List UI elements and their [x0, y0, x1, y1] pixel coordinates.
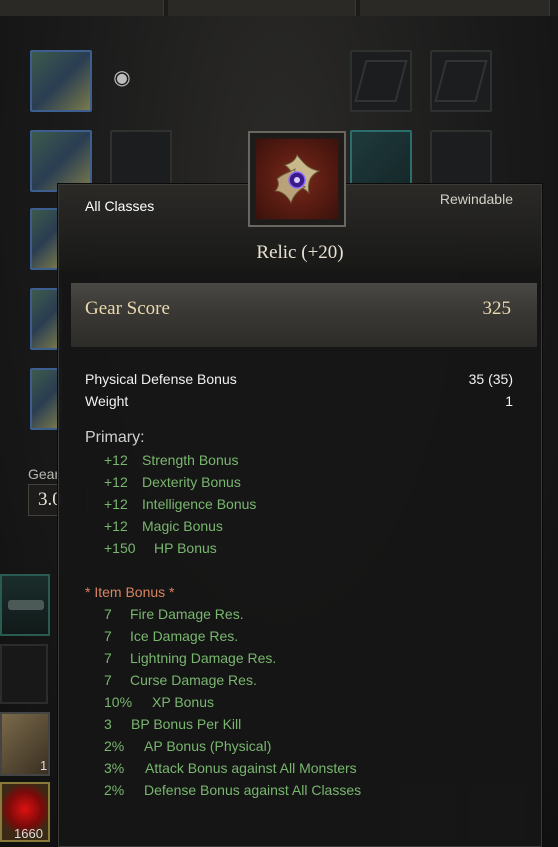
belt-icon[interactable] [0, 574, 50, 636]
primary-stat-value: +12 [104, 518, 128, 534]
class-restriction: All Classes [85, 198, 155, 214]
tab-1[interactable] [0, 0, 164, 16]
bonus-stat-value: 7 [104, 672, 112, 688]
bonus-stat-value: 3 [104, 716, 112, 732]
physical-defense-row: Physical Defense Bonus 35 (35) [85, 371, 513, 387]
bonus-stat-name: Fire Damage Res. [130, 606, 244, 622]
tab-2[interactable] [168, 0, 356, 16]
relic-icon-frame [248, 131, 346, 227]
bonus-stat-value: 7 [104, 606, 112, 622]
slot-placeholder-icon [434, 60, 488, 102]
gear-score-value: 325 [482, 298, 512, 319]
helmet-slot[interactable] [30, 50, 92, 112]
bonus-stat-name: BP Bonus Per Kill [131, 716, 242, 732]
tab-3[interactable] [360, 0, 550, 16]
equipment-slot-empty-2[interactable] [430, 50, 492, 112]
gear-score-label: Gear Score [85, 298, 170, 319]
bonus-stat-name: Ice Damage Res. [130, 628, 239, 644]
item-tooltip: All Classes Rewindable Relic (+20) Gear … [58, 184, 542, 847]
physical-defense-value: 35 (35) [468, 371, 513, 387]
physical-defense-label: Physical Defense Bonus [85, 371, 237, 387]
relic-slot[interactable] [350, 130, 412, 192]
bonus-stat-name: XP Bonus [152, 694, 215, 710]
primary-stat-value: +12 [104, 496, 128, 512]
equipment-slot-empty-1[interactable] [350, 50, 412, 112]
top-tab-bar [0, 0, 558, 16]
item-name: Relic (+20) [256, 242, 344, 263]
bonus-stat-name: Defense Bonus against All Classes [144, 782, 362, 798]
primary-stat-name: Intelligence Bonus [142, 496, 257, 512]
primary-stat-name: Strength Bonus [142, 452, 239, 468]
gear-score-bg-label: Gear [28, 466, 60, 482]
inventory-count: 1660 [14, 826, 43, 841]
bonus-stat-value: 3% [104, 760, 125, 776]
primary-stat-value: +12 [104, 474, 128, 490]
bonus-stat-name: Curse Damage Res. [130, 672, 257, 688]
primary-stat-value: +12 [104, 452, 128, 468]
bonus-stat-value: 2% [104, 782, 125, 798]
primary-stat-name: Dexterity Bonus [142, 474, 241, 490]
inventory-slot-empty[interactable] [0, 644, 48, 704]
weight-label: Weight [85, 393, 129, 409]
bonus-stat-name: Attack Bonus against All Monsters [145, 760, 357, 776]
primary-stat-name: HP Bonus [154, 540, 217, 556]
slot-placeholder-icon [354, 60, 408, 102]
equipment-slot-empty-3[interactable] [110, 130, 172, 192]
primary-title: Primary: [85, 429, 145, 446]
weight-value: 1 [505, 393, 513, 409]
bonus-stat-value: 7 [104, 650, 112, 666]
primary-stat-value: +150 [104, 540, 136, 556]
primary-stat-name: Magic Bonus [142, 518, 223, 534]
relic-emblem-icon [273, 153, 321, 205]
bonus-stat-value: 7 [104, 628, 112, 644]
eye-icon[interactable]: ◉ [106, 68, 138, 88]
inventory-count: 1 [40, 758, 48, 773]
armor-slot[interactable] [30, 130, 92, 192]
equipment-slot-empty-4[interactable] [430, 130, 492, 192]
weight-row: Weight 1 [85, 393, 513, 409]
bonus-stat-name: AP Bonus (Physical) [144, 738, 272, 754]
bonus-stat-name: Lightning Damage Res. [130, 650, 277, 666]
rewindable-label: Rewindable [439, 191, 513, 207]
item-bonus-title: * Item Bonus * [85, 584, 175, 600]
bonus-stat-value: 10% [104, 694, 133, 710]
relic-icon [255, 138, 339, 220]
bonus-stat-value: 2% [104, 738, 125, 754]
